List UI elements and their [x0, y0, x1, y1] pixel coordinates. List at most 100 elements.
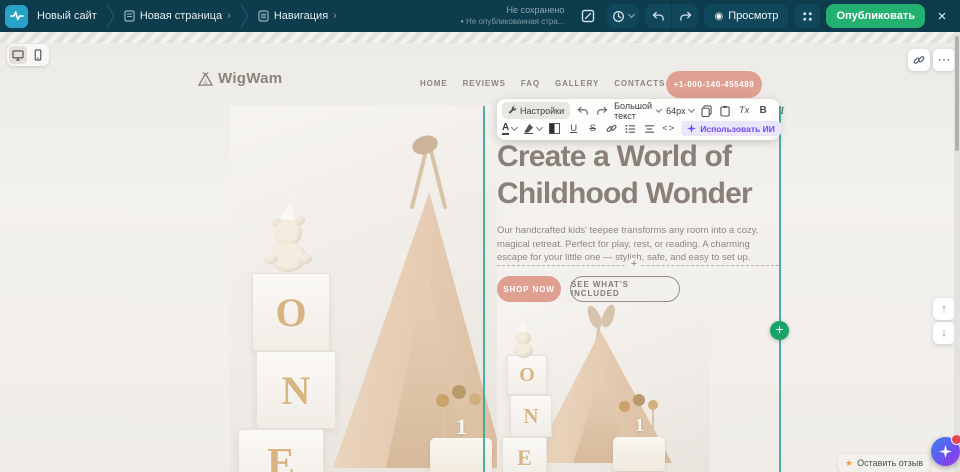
text-style-dropdown[interactable]: Большой текст	[614, 101, 660, 121]
design-icon	[581, 9, 595, 23]
underline-button[interactable]: U	[567, 121, 580, 136]
text-toolbar: Настройки Большой текст 64px Tx B I	[497, 99, 779, 140]
redo-icon	[596, 106, 608, 116]
leave-feedback-button[interactable]: ★ Оставить отзыв	[838, 454, 930, 472]
history-button[interactable]	[607, 4, 639, 28]
site-nav-reviews[interactable]: REVIEWS	[463, 79, 506, 88]
unsaved-status: Не сохранено	[460, 5, 564, 16]
notification-badge	[951, 434, 960, 445]
align-button[interactable]	[643, 121, 656, 136]
teddy-illustration	[268, 202, 328, 274]
text-redo-button[interactable]	[595, 103, 608, 118]
redo-button[interactable]	[672, 4, 698, 28]
fill-contrast-button[interactable]	[548, 121, 561, 136]
text-undo-button[interactable]	[576, 103, 589, 118]
toolbar-row-2: A U S <> И	[502, 120, 774, 137]
letter-block: O	[252, 273, 330, 351]
phone-button[interactable]: +1-000-140-455489	[666, 71, 762, 98]
code-button[interactable]: <>	[662, 121, 675, 136]
apps-button[interactable]	[794, 4, 820, 28]
cake-pop-stick	[474, 404, 476, 440]
text-color-dropdown[interactable]: A	[502, 123, 517, 135]
device-toggle	[7, 44, 49, 66]
breadcrumb-site-name[interactable]: Новый сайт	[37, 10, 97, 22]
site-brand-name: WigWam	[218, 70, 282, 87]
publish-status: ●Не опубликованная стра...	[460, 17, 564, 27]
move-block-up-button[interactable]: ↑	[933, 298, 955, 320]
site-nav-faq[interactable]: FAQ	[521, 79, 540, 88]
teepee-leaf-topper	[599, 303, 618, 329]
preview-label: Просмотр	[728, 10, 778, 22]
topbar-actions: Не сохранено ●Не опубликованная стра... …	[460, 4, 953, 28]
block-letter: O	[519, 364, 535, 387]
list-button[interactable]	[624, 121, 637, 136]
undo-icon	[652, 11, 665, 22]
add-block-button[interactable]: +	[627, 258, 641, 272]
move-block-down-button[interactable]: ↓	[933, 322, 955, 344]
settings-label: Настройки	[520, 106, 564, 116]
site-page-canvas[interactable]: WigWam HOME REVIEWS FAQ GALLERY CONTACTS…	[0, 43, 954, 472]
copy-style-button[interactable]	[700, 103, 713, 118]
secondary-photo[interactable]: O N E 1	[497, 303, 710, 472]
bold-button[interactable]: B	[757, 103, 770, 118]
font-size-dropdown[interactable]: 64px	[666, 106, 694, 116]
chevron-right-icon[interactable]: ›	[227, 11, 231, 22]
site-nav-gallery[interactable]: GALLERY	[555, 79, 599, 88]
page-icon	[124, 10, 135, 22]
desktop-view-button[interactable]	[9, 46, 27, 64]
scrollbar-track[interactable]	[954, 32, 960, 472]
mobile-view-button[interactable]	[29, 46, 47, 64]
block-guide-left	[483, 106, 485, 472]
scrollbar-thumb[interactable]	[955, 36, 959, 151]
shop-now-button[interactable]: SHOP NOW	[497, 276, 561, 302]
see-whats-included-button[interactable]: SEE WHAT'S INCLUDED	[570, 276, 680, 302]
chevron-down-icon	[628, 11, 635, 18]
settings-button[interactable]: Настройки	[502, 102, 570, 119]
preview-button[interactable]: ◉ Просмотр	[704, 4, 788, 28]
breadcrumb-separator	[106, 3, 115, 29]
block-letter: O	[275, 289, 306, 336]
site-nav-contacts[interactable]: CONTACTS	[614, 79, 665, 88]
copy-icon	[701, 105, 712, 117]
add-element-button[interactable]: +	[770, 321, 789, 340]
strikethrough-button[interactable]: S	[586, 121, 599, 136]
block-link-button[interactable]	[908, 49, 930, 71]
cake-pop-stick	[443, 406, 445, 440]
publish-button[interactable]: Опубликовать	[826, 4, 925, 28]
editor-topbar: Новый сайт Новая страница › Навигация › …	[0, 0, 960, 32]
cake-topper-number: 1	[635, 415, 644, 436]
breadcrumb-navigation[interactable]: Навигация ›	[258, 10, 337, 22]
clear-format-button[interactable]: Tx	[738, 103, 751, 118]
breadcrumb: Новый сайт Новая страница › Навигация ›	[5, 3, 337, 29]
letter-block: N	[256, 351, 336, 429]
letter-block: E	[238, 429, 324, 472]
ai-assistant-button[interactable]	[931, 437, 960, 466]
block-more-button[interactable]: ⋯	[933, 49, 955, 71]
undo-button[interactable]	[645, 4, 671, 28]
paste-style-button[interactable]	[719, 103, 732, 118]
paste-icon	[720, 105, 730, 117]
site-brand[interactable]: WigWam	[197, 70, 282, 87]
block-divider: +	[497, 265, 779, 266]
italic-button[interactable]: I	[776, 103, 789, 118]
highlight-color-dropdown[interactable]	[523, 123, 542, 134]
chevron-right-icon[interactable]: ›	[333, 11, 337, 22]
pulse-icon	[10, 9, 24, 23]
site-nav-home[interactable]: HOME	[420, 79, 448, 88]
app-logo[interactable]	[5, 5, 28, 28]
link-button[interactable]	[605, 121, 618, 136]
block-letter: E	[517, 445, 532, 471]
text-style-value: Большой текст	[614, 101, 653, 121]
breadcrumb-page[interactable]: Новая страница ›	[124, 10, 231, 22]
hero-photo[interactable]: O N E 1	[230, 106, 497, 472]
breadcrumb-nav-label: Навигация	[274, 10, 328, 22]
close-button[interactable]: ×	[931, 4, 953, 28]
redo-icon	[679, 11, 692, 22]
hero-headline[interactable]: Create a World ofChildhood Wonder	[497, 138, 787, 212]
site-nav: HOME REVIEWS FAQ GALLERY CONTACTS	[420, 79, 665, 88]
status-dot-icon: ●	[460, 19, 464, 25]
ordered-list-icon	[625, 124, 636, 134]
design-button[interactable]	[575, 4, 601, 28]
contrast-icon	[549, 123, 560, 134]
use-ai-button[interactable]: Использовать ИИ	[681, 121, 781, 136]
